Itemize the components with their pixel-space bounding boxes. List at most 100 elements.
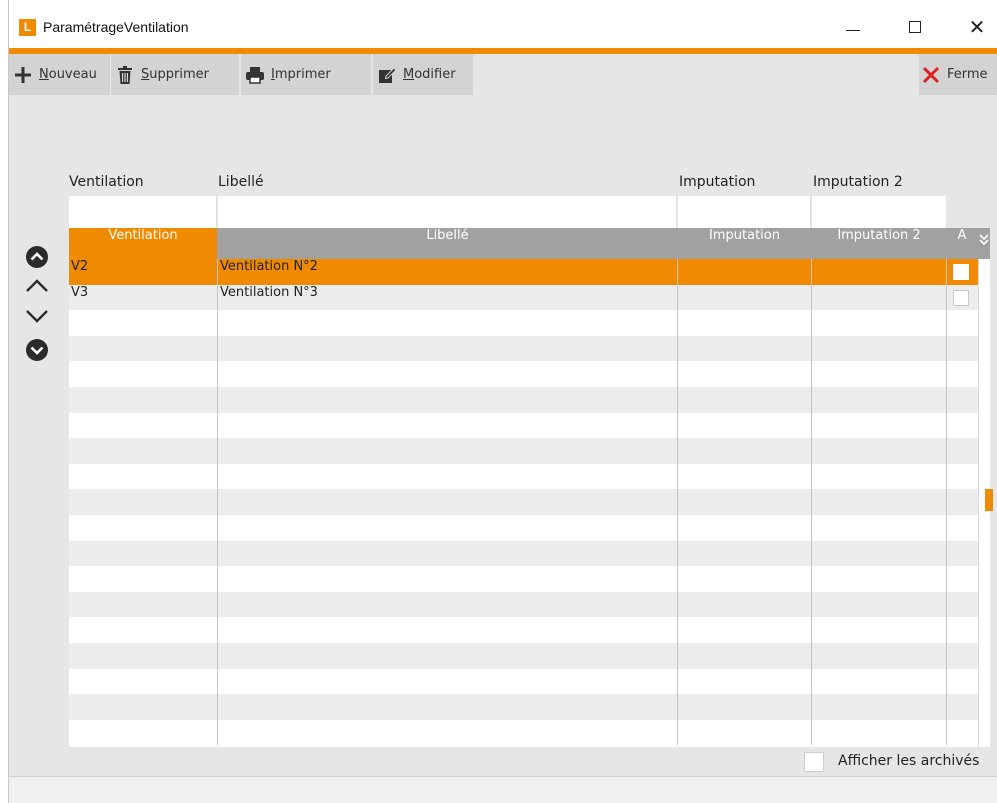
cell-ventilation <box>69 412 218 439</box>
table-row[interactable]: V2 Ventilation N°2 <box>69 259 978 285</box>
filter-labels: Ventilation Libellé Imputation Imputatio… <box>9 174 997 194</box>
empty-table-row <box>69 617 978 643</box>
next-record-button[interactable] <box>25 303 49 327</box>
imputation2-filter-input[interactable] <box>812 196 946 228</box>
toolbar: Nouveau Supprimer Imprimer Modifier Ferm… <box>9 54 997 95</box>
cell-imputation2 <box>812 668 947 695</box>
column-header-ventilation[interactable]: Ventilation <box>69 228 217 259</box>
cell-archived <box>947 310 978 336</box>
cell-imputation2 <box>812 310 947 336</box>
minimize-button[interactable] <box>830 12 876 42</box>
cell-libelle <box>218 489 678 515</box>
print-button-label: Imprimer <box>271 67 331 82</box>
cell-libelle <box>218 694 678 720</box>
cell-libelle <box>218 412 678 439</box>
cell-ventilation: V3 <box>69 284 218 311</box>
cell-imputation <box>678 643 812 669</box>
close-form-button-label: Ferme <box>947 67 988 82</box>
cell-imputation <box>678 259 812 285</box>
archived-checkbox[interactable] <box>953 289 969 306</box>
trash-icon <box>115 65 135 85</box>
show-archived-checkbox[interactable] <box>804 752 824 772</box>
window-close-button[interactable]: ✕ <box>954 12 997 42</box>
cell-archived <box>947 515 978 541</box>
cell-archived <box>947 643 978 669</box>
cell-imputation2 <box>812 387 947 413</box>
cell-imputation2 <box>812 617 947 643</box>
cell-ventilation <box>69 335 218 362</box>
filter-label-imputation2: Imputation 2 <box>813 174 903 190</box>
cell-imputation2 <box>812 463 947 490</box>
cell-imputation <box>678 361 812 387</box>
cell-archived <box>947 489 978 515</box>
empty-table-row <box>69 412 978 439</box>
cell-imputation2 <box>812 438 947 464</box>
cell-imputation <box>678 463 812 490</box>
cell-imputation <box>678 617 812 643</box>
last-record-button[interactable] <box>25 338 49 362</box>
column-header-libelle[interactable]: Libellé <box>218 228 677 259</box>
delete-button[interactable]: Supprimer <box>111 54 239 95</box>
cell-libelle <box>218 463 678 490</box>
cell-libelle <box>218 335 678 362</box>
cell-imputation <box>678 438 812 464</box>
cell-libelle <box>218 617 678 643</box>
cell-imputation2 <box>812 412 947 439</box>
close-icon: ✕ <box>968 15 986 39</box>
cell-ventilation <box>69 489 218 515</box>
cell-ventilation <box>69 694 218 720</box>
table-row[interactable]: V3 Ventilation N°3 <box>69 284 978 311</box>
cell-ventilation <box>69 463 218 490</box>
cell-imputation <box>678 566 812 592</box>
cell-archived <box>947 464 978 490</box>
cell-imputation2 <box>812 591 947 618</box>
edit-button-label: Modifier <box>403 67 456 82</box>
cell-imputation <box>678 284 812 311</box>
cell-libelle <box>218 438 678 464</box>
column-header-archived[interactable]: A <box>947 228 977 259</box>
edit-icon <box>377 65 397 85</box>
cell-archived <box>947 413 978 439</box>
libelle-filter-input[interactable] <box>218 196 677 228</box>
maximize-button[interactable] <box>892 12 938 42</box>
new-button[interactable]: Nouveau <box>9 54 110 95</box>
cell-libelle <box>218 540 678 567</box>
scrollbar-thumb[interactable] <box>985 489 993 511</box>
cell-imputation2 <box>812 719 947 746</box>
cell-ventilation <box>69 540 218 567</box>
first-record-button[interactable] <box>25 245 49 269</box>
empty-table-row <box>69 361 978 387</box>
cell-imputation <box>678 668 812 695</box>
edit-button[interactable]: Modifier <box>373 54 473 95</box>
column-header-imputation[interactable]: Imputation <box>678 228 811 259</box>
maximize-icon <box>909 21 921 33</box>
status-bar <box>9 776 997 803</box>
title-bar: L ParamétrageVentilation ✕ <box>9 0 997 48</box>
column-chooser-button[interactable] <box>977 228 990 259</box>
cell-imputation <box>678 694 812 720</box>
empty-table-row <box>69 591 978 618</box>
cell-imputation2 <box>812 694 947 720</box>
cell-ventilation <box>69 515 218 541</box>
cell-imputation2 <box>812 361 947 387</box>
empty-table-row <box>69 335 978 362</box>
minimize-icon <box>846 29 860 31</box>
close-form-button[interactable]: Ferme <box>919 54 997 95</box>
cell-ventilation <box>69 591 218 618</box>
imputation-filter-input[interactable] <box>678 196 811 228</box>
ventilation-filter-input[interactable] <box>69 196 217 228</box>
cell-archived <box>947 720 978 746</box>
previous-record-button[interactable] <box>25 275 49 299</box>
cell-imputation <box>678 412 812 439</box>
cell-archived <box>947 387 978 413</box>
cell-ventilation <box>69 387 218 413</box>
print-button[interactable]: Imprimer <box>241 54 371 95</box>
empty-table-row <box>69 643 978 669</box>
cell-archived <box>947 438 978 464</box>
cell-ventilation <box>69 438 218 464</box>
cell-imputation2 <box>812 259 947 285</box>
cell-imputation <box>678 489 812 515</box>
cell-libelle: Ventilation N°3 <box>218 284 678 311</box>
column-header-imputation2[interactable]: Imputation 2 <box>812 228 946 259</box>
archived-checkbox[interactable] <box>953 264 969 280</box>
